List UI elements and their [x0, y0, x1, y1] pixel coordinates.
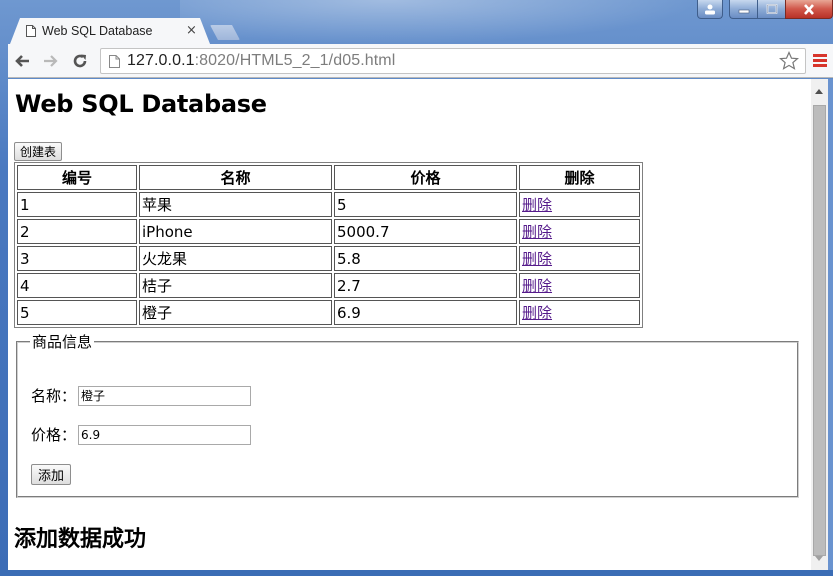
cell-price: 5	[334, 192, 517, 217]
cell-name: 火龙果	[139, 246, 332, 271]
page-icon	[109, 54, 120, 68]
cell-name: 苹果	[139, 192, 332, 217]
products-table: 编号 名称 价格 删除 1 苹果 5 删除 2 iPhone 5000.7 删除…	[14, 162, 643, 328]
add-button[interactable]: 添加	[31, 464, 72, 485]
table-row: 5 橙子 6.9 删除	[17, 300, 640, 325]
table-row: 1 苹果 5 删除	[17, 192, 640, 217]
cell-id: 2	[17, 219, 137, 244]
window-controls	[697, 0, 833, 20]
cell-id: 5	[17, 300, 137, 325]
name-row: 名称：	[31, 385, 252, 406]
arrow-right-icon	[44, 55, 58, 67]
hamburger-menu-icon[interactable]	[811, 52, 829, 70]
cell-id: 3	[17, 246, 137, 271]
delete-link[interactable]: 删除	[522, 223, 552, 241]
header-price: 价格	[334, 165, 517, 190]
cell-name: iPhone	[139, 219, 332, 244]
table-row: 3 火龙果 5.8 删除	[17, 246, 640, 271]
toolbar: 127.0.0.1:8020/HTML5_2_1/d05.html	[8, 44, 833, 78]
cell-action: 删除	[519, 192, 640, 217]
reload-button[interactable]	[70, 51, 90, 71]
cell-price: 6.9	[334, 300, 517, 325]
create-table-button[interactable]: 创建表	[14, 142, 63, 161]
tab-close-button[interactable]: ×	[186, 23, 197, 38]
minimize-button[interactable]	[729, 0, 757, 19]
table-row: 4 桔子 2.7 删除	[17, 273, 640, 298]
cell-action: 删除	[519, 273, 640, 298]
header-id: 编号	[17, 165, 137, 190]
close-window-button[interactable]	[785, 0, 833, 19]
name-input[interactable]	[78, 385, 252, 406]
page-viewport: Web SQL Database 创建表 编号 名称 价格 删除 1 苹果 5 …	[8, 79, 811, 570]
vertical-scrollbar[interactable]	[811, 79, 828, 570]
url-path: :8020/HTML5_2_1/d05.html	[194, 52, 396, 69]
price-label: 价格：	[31, 426, 77, 444]
name-label: 名称：	[31, 387, 77, 405]
minimize-icon	[738, 9, 749, 14]
delete-link[interactable]: 删除	[522, 277, 552, 295]
address-bar[interactable]: 127.0.0.1:8020/HTML5_2_1/d05.html	[100, 48, 806, 74]
cell-action: 删除	[519, 246, 640, 271]
close-icon	[804, 3, 814, 15]
cell-name: 橙子	[139, 300, 332, 325]
reload-icon	[73, 54, 87, 68]
fieldset-legend: 商品信息	[32, 333, 93, 351]
page-icon	[26, 25, 36, 37]
browser-tab[interactable]: Web SQL Database ×	[10, 18, 210, 44]
url-text: 127.0.0.1:8020/HTML5_2_1/d05.html	[127, 52, 395, 70]
window-border	[828, 79, 833, 576]
user-button[interactable]	[697, 0, 723, 19]
cell-id: 4	[17, 273, 137, 298]
scroll-down-arrow-icon[interactable]	[815, 556, 823, 561]
tab-title: Web SQL Database	[42, 24, 153, 38]
back-button[interactable]	[12, 51, 32, 71]
scroll-up-arrow-icon[interactable]	[815, 89, 823, 94]
delete-link[interactable]: 删除	[522, 304, 552, 322]
url-host: 127.0.0.1	[127, 52, 195, 69]
forward-button[interactable]	[41, 51, 61, 71]
price-input[interactable]	[78, 424, 252, 445]
cell-name: 桔子	[139, 273, 332, 298]
user-icon	[705, 4, 715, 14]
price-row: 价格：	[31, 424, 252, 445]
maximize-icon	[766, 4, 777, 14]
page-title: Web SQL Database	[15, 90, 267, 118]
cell-action: 删除	[519, 219, 640, 244]
table-header-row: 编号 名称 价格 删除	[17, 165, 640, 190]
table-row: 2 iPhone 5000.7 删除	[17, 219, 640, 244]
scroll-thumb[interactable]	[813, 105, 826, 556]
cell-price: 2.7	[334, 273, 517, 298]
delete-link[interactable]: 删除	[522, 196, 552, 214]
cell-id: 1	[17, 192, 137, 217]
product-info-fieldset: 商品信息 名称： 价格： 添加	[16, 331, 799, 498]
delete-link[interactable]: 删除	[522, 250, 552, 268]
status-message: 添加数据成功	[14, 527, 147, 552]
header-name: 名称	[139, 165, 332, 190]
window-border-bottom	[0, 570, 833, 576]
arrow-left-icon	[15, 55, 29, 67]
cell-price: 5.8	[334, 246, 517, 271]
star-icon[interactable]	[779, 51, 799, 71]
header-delete: 删除	[519, 165, 640, 190]
maximize-button[interactable]	[757, 0, 785, 19]
cell-price: 5000.7	[334, 219, 517, 244]
cell-action: 删除	[519, 300, 640, 325]
